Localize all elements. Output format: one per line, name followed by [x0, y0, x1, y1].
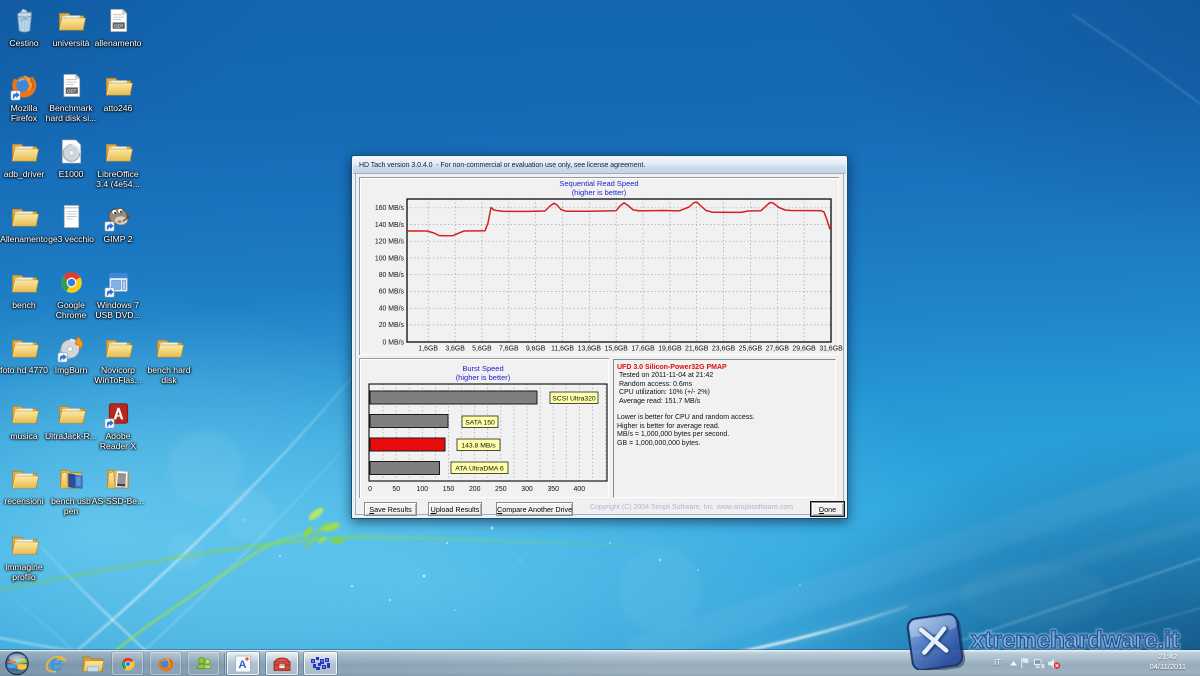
- svg-text:143.8 MB/s: 143.8 MB/s: [461, 442, 496, 449]
- svg-text:3,6GB: 3,6GB: [445, 346, 465, 353]
- svg-text:250: 250: [495, 486, 507, 493]
- svg-text:150: 150: [443, 486, 455, 493]
- svg-text:Burst Speed: Burst Speed: [462, 364, 503, 373]
- svg-text:23,6GB: 23,6GB: [712, 346, 736, 353]
- svg-text:Sequential Read Speed: Sequential Read Speed: [559, 179, 638, 188]
- svg-text:20 MB/s: 20 MB/s: [379, 322, 405, 329]
- svg-text:17,6GB: 17,6GB: [631, 346, 655, 353]
- svg-text:29,6GB: 29,6GB: [792, 346, 816, 353]
- svg-text:5,6GB: 5,6GB: [472, 346, 492, 353]
- svg-text:0 MB/s: 0 MB/s: [383, 339, 405, 346]
- svg-text:9,6GB: 9,6GB: [526, 346, 546, 353]
- svg-text:100 MB/s: 100 MB/s: [375, 255, 405, 262]
- svg-text:15,6GB: 15,6GB: [605, 346, 629, 353]
- svg-text:350: 350: [547, 486, 559, 493]
- svg-text:13,6GB: 13,6GB: [578, 346, 602, 353]
- svg-text:(higher is better): (higher is better): [456, 373, 511, 382]
- svg-text:40 MB/s: 40 MB/s: [379, 306, 405, 313]
- svg-text:11,6GB: 11,6GB: [551, 346, 574, 353]
- svg-text:xtremehardware.it: xtremehardware.it: [971, 627, 1179, 654]
- svg-text:80 MB/s: 80 MB/s: [379, 272, 405, 279]
- svg-text:120 MB/s: 120 MB/s: [375, 239, 405, 246]
- svg-text:31,6GB: 31,6GB: [819, 346, 843, 353]
- svg-text:140 MB/s: 140 MB/s: [375, 222, 405, 229]
- svg-text:7,6GB: 7,6GB: [499, 346, 519, 353]
- svg-text:19,6GB: 19,6GB: [658, 346, 682, 353]
- svg-text:ATA UltraDMA 6: ATA UltraDMA 6: [455, 465, 504, 472]
- svg-text:60 MB/s: 60 MB/s: [379, 289, 405, 296]
- svg-text:100: 100: [417, 486, 429, 493]
- svg-text:300: 300: [521, 486, 533, 493]
- svg-text:21,6GB: 21,6GB: [685, 346, 709, 353]
- svg-text:(higher is better): (higher is better): [572, 188, 627, 197]
- svg-text:50: 50: [392, 486, 400, 493]
- svg-text:200: 200: [469, 486, 481, 493]
- svg-text:160 MB/s: 160 MB/s: [375, 205, 405, 212]
- svg-text:400: 400: [574, 486, 586, 493]
- svg-text:25,6GB: 25,6GB: [739, 346, 763, 353]
- svg-text:27,6GB: 27,6GB: [766, 346, 790, 353]
- svg-text:1,6GB: 1,6GB: [418, 346, 438, 353]
- svg-text:SCSI Ultra320: SCSI Ultra320: [552, 395, 596, 402]
- svg-text:SATA 150: SATA 150: [465, 419, 495, 426]
- svg-text:A: A: [239, 659, 247, 671]
- svg-text:0: 0: [368, 486, 372, 493]
